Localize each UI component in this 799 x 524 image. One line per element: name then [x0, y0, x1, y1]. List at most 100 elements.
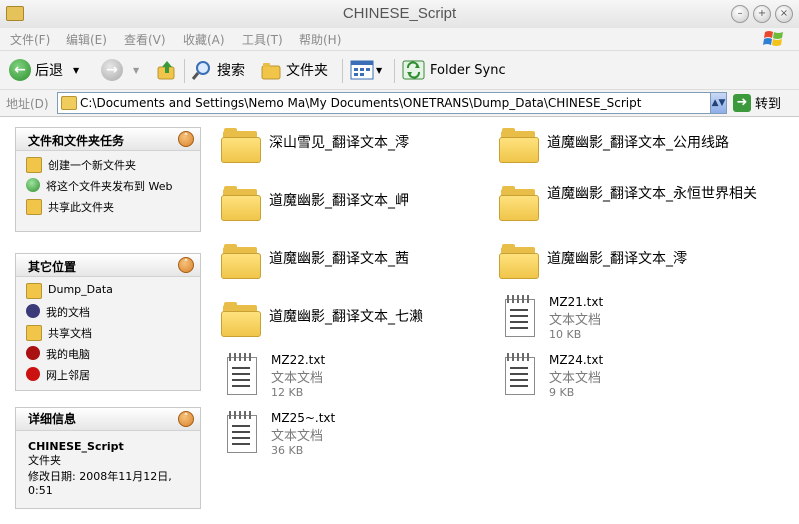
address-bar: 地址(D) C:\Documents and Settings\Nemo Ma\… [0, 90, 799, 117]
folder-icon [499, 185, 539, 221]
folders-icon [261, 63, 281, 80]
menu-help[interactable]: 帮助(H) [299, 31, 341, 48]
address-input[interactable]: C:\Documents and Settings\Nemo Ma\My Doc… [57, 92, 727, 114]
folder-name: 道魔幽影_翻译文本_澪 [547, 251, 687, 267]
detail-name: CHINESE_Script [28, 440, 124, 453]
file-name: MZ22.txt [271, 353, 326, 367]
task-pane: 文件和文件夹任务 ˄ 创建一个新文件夹 将这个文件夹发布到 Web 共享此文件夹… [0, 117, 213, 524]
menu-view[interactable]: 查看(V) [124, 31, 166, 48]
folder-name: 深山雪见_翻译文本_澪 [269, 135, 409, 151]
folder-item[interactable]: 深山雪见_翻译文本_澪 [221, 127, 409, 163]
file-name: MZ25~.txt [271, 411, 336, 425]
menu-tools[interactable]: 工具(T) [242, 31, 283, 48]
folder-name: 道魔幽影_翻译文本_公用线路 [547, 135, 729, 151]
up-folder-icon [157, 61, 175, 80]
task-label: 共享此文件夹 [48, 201, 114, 214]
task-label: 将这个文件夹发布到 Web [46, 180, 173, 193]
folder-icon [499, 243, 539, 279]
new-folder-icon [26, 157, 42, 173]
search-label: 搜索 [217, 63, 245, 79]
file-type: 文本文档 [549, 313, 602, 328]
place-label: 网上邻居 [46, 369, 90, 382]
minimize-button[interactable]: – [731, 5, 749, 23]
maximize-button[interactable]: + [753, 5, 771, 23]
text-document-icon [505, 295, 535, 337]
task-publish-web[interactable]: 将这个文件夹发布到 Web [26, 178, 192, 194]
close-button[interactable]: × [775, 5, 793, 23]
chevron-down-icon[interactable]: ▼ [73, 66, 79, 75]
menu-file[interactable]: 文件(F) [10, 31, 50, 48]
file-item[interactable]: MZ24.txt 文本文档 9 KB [499, 353, 603, 399]
text-document-icon [227, 411, 257, 453]
panel-header[interactable]: 详细信息 ˄ [16, 408, 200, 431]
chevron-down-icon[interactable]: ▲▼ [710, 93, 726, 113]
forward-button[interactable]: → ▼ [101, 58, 139, 82]
folder-icon [221, 185, 261, 221]
folder-item[interactable]: 道魔幽影_翻译文本_岬 [221, 185, 409, 221]
menu-favorites[interactable]: 收藏(A) [183, 31, 225, 48]
back-button[interactable]: ← 后退 ▼ [9, 58, 79, 82]
folder-item[interactable]: 道魔幽影_翻译文本_公用线路 [499, 127, 729, 163]
folder-icon [61, 96, 77, 110]
folder-item[interactable]: 道魔幽影_翻译文本_澪 [499, 243, 687, 279]
file-item[interactable]: MZ21.txt 文本文档 10 KB [499, 295, 603, 341]
place-label: 共享文档 [48, 327, 92, 340]
my-documents-icon [26, 304, 40, 318]
go-label: 转到 [755, 97, 782, 112]
up-folder-button[interactable] [156, 58, 178, 82]
chevron-down-icon[interactable]: ▼ [133, 66, 139, 75]
views-button[interactable]: ▼ [350, 58, 382, 82]
folders-button[interactable]: 文件夹 [260, 58, 328, 82]
panel-header[interactable]: 其它位置 ˄ [16, 254, 200, 277]
file-size: 36 KB [271, 444, 304, 457]
title-bar: CHINESE_Script – + × [0, 0, 799, 29]
shared-documents-icon [26, 325, 42, 341]
folder-item[interactable]: 道魔幽影_翻译文本_永恒世界相关 [499, 185, 767, 221]
folder-sync-icon [402, 60, 425, 80]
forward-arrow-icon: → [101, 59, 123, 81]
collapse-icon[interactable]: ˄ [178, 257, 194, 273]
panel-title: 其它位置 [28, 260, 77, 274]
folders-label: 文件夹 [286, 63, 328, 79]
task-share-folder[interactable]: 共享此文件夹 [26, 199, 192, 215]
search-button[interactable]: 搜索 [191, 58, 245, 82]
folder-sync-button[interactable]: Folder Sync [402, 58, 506, 82]
place-network-places[interactable]: 网上邻居 [26, 367, 192, 383]
place-my-computer[interactable]: 我的电脑 [26, 346, 192, 362]
place-label: 我的电脑 [46, 348, 90, 361]
detail-modified: 修改日期: 2008年11月12日, 0:51 [28, 470, 172, 497]
place-shared-documents[interactable]: 共享文档 [26, 325, 192, 341]
details-panel: 详细信息 ˄ CHINESE_Script 文件夹 修改日期: 2008年11月… [15, 407, 201, 509]
file-item[interactable]: MZ22.txt 文本文档 12 KB [221, 353, 325, 399]
network-places-icon [26, 367, 40, 381]
address-path[interactable]: C:\Documents and Settings\Nemo Ma\My Doc… [80, 96, 641, 110]
place-label: Dump_Data [48, 283, 113, 296]
folder-item[interactable]: 道魔幽影_翻译文本_茜 [221, 243, 409, 279]
menu-edit[interactable]: 编辑(E) [66, 31, 107, 48]
panel-title: 详细信息 [28, 412, 77, 426]
other-places-panel: 其它位置 ˄ Dump_Data 我的文档 共享文档 我的电脑 网上邻居 [15, 253, 201, 391]
place-dump-data[interactable]: Dump_Data [26, 283, 192, 299]
detail-type: 文件夹 [28, 454, 61, 467]
task-label: 创建一个新文件夹 [48, 159, 136, 172]
go-button[interactable]: ➜ 转到 [733, 93, 781, 112]
search-icon [191, 61, 210, 80]
address-label: 地址(D) [6, 97, 49, 111]
file-name: MZ21.txt [549, 295, 604, 309]
collapse-icon[interactable]: ˄ [178, 411, 194, 427]
file-name: MZ24.txt [549, 353, 604, 367]
task-new-folder[interactable]: 创建一个新文件夹 [26, 157, 192, 173]
file-size: 10 KB [549, 328, 582, 341]
folder-icon [499, 127, 539, 163]
folder-sync-label: Folder Sync [430, 62, 506, 78]
file-list: 深山雪见_翻译文本_澪 道魔幽影_翻译文本_公用线路 道魔幽影_翻译文本_岬 道… [213, 117, 799, 524]
place-my-documents[interactable]: 我的文档 [26, 304, 192, 320]
file-type: 文本文档 [271, 429, 324, 444]
publish-web-icon [26, 178, 40, 192]
folder-icon [221, 127, 261, 163]
place-label: 我的文档 [46, 306, 90, 319]
folder-item[interactable]: 道魔幽影_翻译文本_七濑 [221, 301, 423, 337]
panel-header[interactable]: 文件和文件夹任务 ˄ [16, 128, 200, 151]
file-item[interactable]: MZ25~.txt 文本文档 36 KB [221, 411, 335, 457]
collapse-icon[interactable]: ˄ [178, 131, 194, 147]
